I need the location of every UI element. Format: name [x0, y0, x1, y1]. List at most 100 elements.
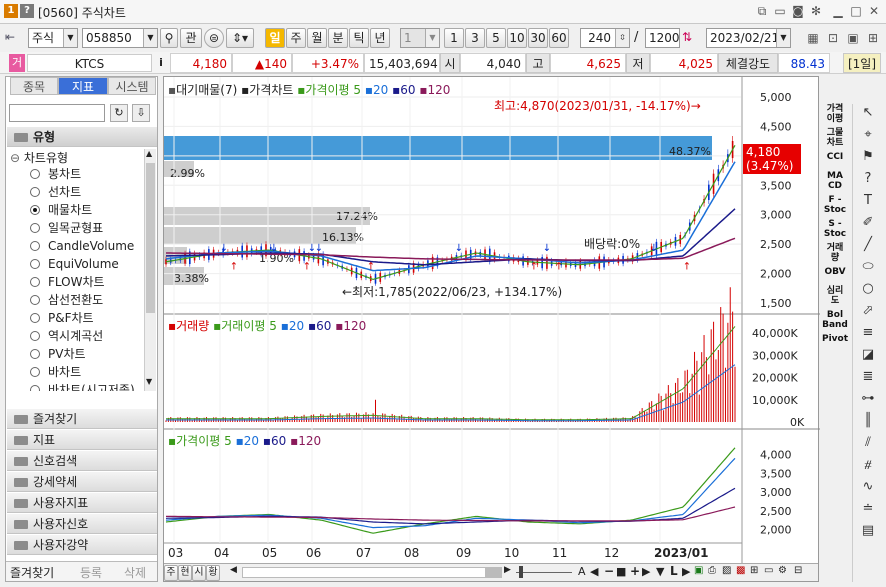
- line-icon[interactable]: ╱: [857, 236, 879, 254]
- chart-type-item[interactable]: 바차트: [30, 363, 81, 381]
- chart-type-item[interactable]: PV차트: [30, 345, 86, 363]
- interval-5[interactable]: 5: [486, 28, 506, 48]
- maximize-icon[interactable]: □: [848, 4, 864, 19]
- chart-type-item[interactable]: EquiVolume: [30, 255, 119, 273]
- scroll-left-icon[interactable]: ◀: [230, 565, 237, 575]
- legend-ma20[interactable]: 20: [373, 83, 388, 97]
- window-icon[interactable]: ▭: [764, 565, 773, 576]
- category-item[interactable]: 사용자신호: [7, 514, 157, 534]
- chart-type-item[interactable]: FLOW차트: [30, 273, 105, 291]
- vertical-line-icon[interactable]: ║: [857, 412, 879, 430]
- count-select[interactable]: 1 ▼: [400, 28, 440, 48]
- total-input[interactable]: 1200: [645, 28, 680, 48]
- category-item[interactable]: 사용자강약: [7, 535, 157, 555]
- chart-settings-icon[interactable]: ▦: [805, 31, 821, 46]
- category-type[interactable]: 유형: [7, 127, 157, 147]
- legend-ma5[interactable]: 가격이평 5: [305, 83, 361, 97]
- wave-icon[interactable]: ∿: [857, 478, 879, 496]
- chart-area[interactable]: 48.37% 2.99% 17.24% 16.13% 3.38% 1.90% 5,000 4…: [163, 76, 820, 582]
- toolbar-grip-icon[interactable]: ⇤: [5, 30, 15, 44]
- print-icon[interactable]: ⎙: [708, 565, 716, 576]
- layout-icon[interactable]: ▭: [772, 4, 788, 19]
- legend-vol-ma5[interactable]: 거래이평 5: [221, 319, 277, 333]
- arrow-right-icon[interactable]: ▶: [642, 565, 650, 578]
- period-button[interactable]: [1일]: [843, 53, 881, 73]
- indicator-shortcut[interactable]: S - Stoc: [821, 219, 849, 239]
- zoom-in-icon[interactable]: +: [630, 564, 640, 578]
- radio-icon[interactable]: [30, 187, 40, 197]
- indicator-shortcut[interactable]: 심리 도: [821, 286, 849, 306]
- register-button[interactable]: 등록: [80, 564, 102, 581]
- chart-type-item[interactable]: P&F차트: [30, 309, 94, 327]
- trend-icon[interactable]: ⬀: [857, 302, 879, 320]
- period-5[interactable]: 년: [370, 28, 390, 48]
- help-icon[interactable]: ?: [20, 4, 34, 18]
- indicator-shortcut[interactable]: 그물 차트: [821, 128, 849, 148]
- count-input[interactable]: 240 ⇳: [580, 28, 630, 48]
- indicator-shortcut[interactable]: Bol Band: [821, 310, 849, 330]
- radio-icon[interactable]: [30, 205, 40, 215]
- cursor-icon[interactable]: ↖: [857, 104, 879, 122]
- stock-name[interactable]: KTCS: [27, 54, 152, 72]
- search-icon[interactable]: ⚲: [160, 28, 178, 48]
- indicator-shortcut[interactable]: F - Stoc: [821, 195, 849, 215]
- tree-root[interactable]: ⊖ 차트유형: [10, 149, 143, 165]
- category-item[interactable]: 지표: [7, 430, 157, 450]
- grid-icon[interactable]: ⧣: [857, 456, 879, 474]
- chart-type-item[interactable]: 봉차트: [30, 165, 81, 183]
- stock-code-input[interactable]: 058850 ▼: [82, 28, 158, 48]
- chart-type-item[interactable]: 선차트: [30, 183, 81, 201]
- scroll-right-icon[interactable]: ▶: [504, 565, 511, 575]
- radio-icon[interactable]: [30, 385, 40, 391]
- chart-type-item[interactable]: 매물차트: [30, 201, 92, 219]
- font-size-icon[interactable]: A: [578, 565, 586, 578]
- gwan-button[interactable]: 관: [180, 28, 202, 48]
- levels-icon[interactable]: ≐: [857, 500, 879, 518]
- radio-icon[interactable]: [30, 241, 40, 251]
- arrow-down-icon[interactable]: ▼: [656, 565, 664, 578]
- tab-system[interactable]: 시스템: [108, 77, 156, 95]
- legend-ma120[interactable]: 120: [428, 83, 451, 97]
- view-button[interactable]: 황: [206, 565, 220, 581]
- interval-3[interactable]: 3: [465, 28, 485, 48]
- interval-1[interactable]: 1: [444, 28, 464, 48]
- arrow-left-icon[interactable]: ◀: [590, 565, 598, 578]
- tab-favorites[interactable]: 즐겨찾기: [10, 564, 54, 581]
- radio-icon[interactable]: [30, 169, 40, 179]
- refresh-icon[interactable]: ↻: [110, 104, 128, 122]
- indicator-shortcut[interactable]: OBV: [821, 267, 849, 277]
- view-button[interactable]: 주: [164, 565, 178, 581]
- category-item[interactable]: 신호검색: [7, 451, 157, 471]
- channel-icon[interactable]: ≡: [857, 324, 879, 342]
- period-1[interactable]: 주: [286, 28, 306, 48]
- minimize-icon[interactable]: ▁: [830, 4, 846, 19]
- period-0[interactable]: 일: [265, 28, 285, 48]
- split-icon[interactable]: ⊟: [794, 565, 802, 576]
- legend-vol-ma60[interactable]: 60: [316, 319, 331, 333]
- legend-ma20-only[interactable]: 20: [244, 434, 259, 448]
- scroll-thumb[interactable]: [485, 568, 501, 577]
- category-item[interactable]: 사용자지표: [7, 493, 157, 513]
- link-icon[interactable]: ⧉: [754, 4, 770, 19]
- chart-icon[interactable]: ▩: [736, 565, 745, 576]
- spinner-icon[interactable]: ⇕▾: [226, 28, 254, 48]
- close-icon[interactable]: ✕: [866, 4, 882, 19]
- radio-icon[interactable]: [30, 295, 40, 305]
- category-item[interactable]: 강세약세: [7, 472, 157, 492]
- chart-type-item[interactable]: 일목균형표: [30, 219, 103, 237]
- market-select[interactable]: 주식 ▼: [28, 28, 78, 48]
- arrow-right-end-icon[interactable]: ▶: [682, 565, 690, 578]
- chevron-up-icon[interactable]: ▲: [146, 149, 152, 158]
- indicator-shortcut[interactable]: 거래 량: [821, 243, 849, 263]
- crosshair-icon[interactable]: ⌖: [857, 126, 879, 144]
- radio-icon[interactable]: [30, 277, 40, 287]
- download-icon[interactable]: ⇩: [132, 104, 150, 122]
- indicator-search-input[interactable]: [9, 104, 105, 122]
- gann-icon[interactable]: ◪: [857, 346, 879, 364]
- excel-icon[interactable]: ▣: [694, 565, 703, 576]
- indicator-shortcut[interactable]: MA CD: [821, 171, 849, 191]
- save-icon[interactable]: ▣: [845, 31, 861, 46]
- category-item[interactable]: 즐겨찾기: [7, 409, 157, 429]
- indicator-shortcut[interactable]: 가격 이평: [821, 104, 849, 124]
- auto-icon[interactable]: ▤: [857, 522, 879, 540]
